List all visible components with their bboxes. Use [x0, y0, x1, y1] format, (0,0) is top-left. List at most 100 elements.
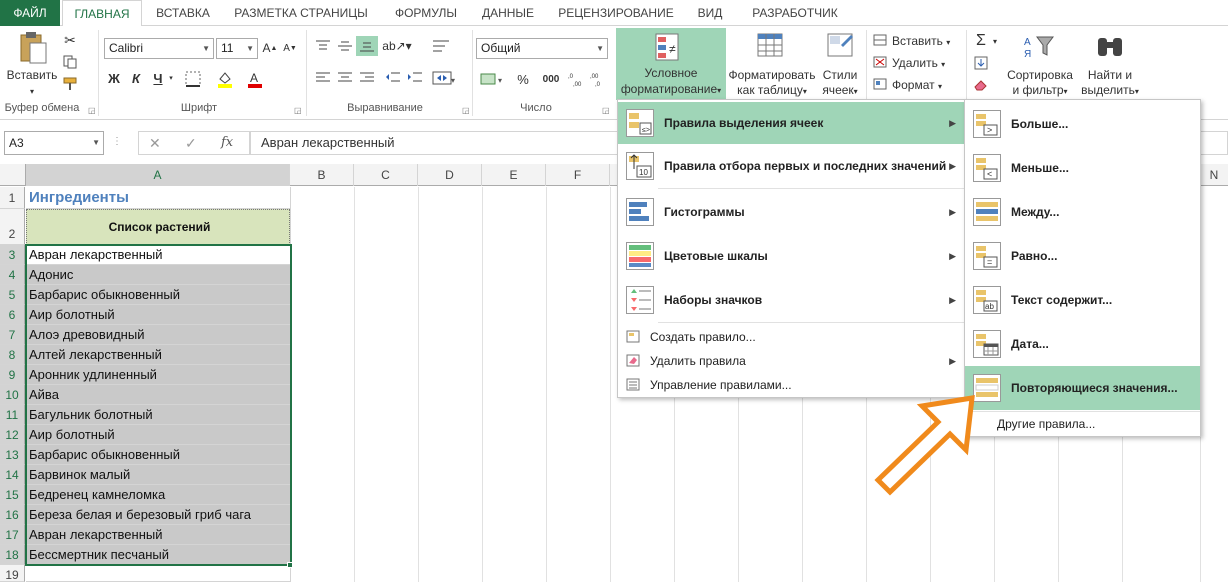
underline-button[interactable]: Ч	[150, 71, 166, 86]
table-cell[interactable]: Алтей лекарственный	[26, 345, 290, 365]
cell-styles-label-2[interactable]: ячеек▾	[818, 83, 862, 99]
row-header[interactable]: 19	[0, 565, 25, 582]
row-header[interactable]: 12	[0, 425, 25, 445]
align-right-icon[interactable]	[358, 70, 376, 86]
table-cell[interactable]: Адонис	[26, 265, 290, 285]
table-cell[interactable]	[26, 565, 290, 582]
table-cell[interactable]: Авран лекарственный	[26, 245, 290, 265]
cut-icon[interactable]: ✂	[62, 32, 78, 48]
row-header[interactable]: 9	[0, 365, 25, 385]
underline-dropdown-icon[interactable]: ▾	[166, 71, 176, 86]
increase-decimal-icon[interactable]: ,0,00	[566, 70, 586, 88]
format-as-table-label-2[interactable]: как таблицу▾	[726, 83, 818, 99]
paste-button[interactable]: Вставить	[4, 68, 60, 83]
row-header[interactable]: 16	[0, 505, 25, 525]
menu-item-color-scales[interactable]: Цветовые шкалы ▶	[618, 234, 964, 278]
paste-dropdown-icon[interactable]: ▾	[20, 84, 44, 99]
find-select-label-2[interactable]: выделить▾	[1076, 83, 1144, 99]
format-as-table-icon[interactable]	[756, 32, 786, 62]
table-cell[interactable]: Барбарис обыкновенный	[26, 445, 290, 465]
merge-center-icon[interactable]: ▾	[430, 70, 458, 86]
column-header-b[interactable]: B	[290, 164, 354, 186]
submenu-item-between[interactable]: Между...	[965, 190, 1200, 234]
row-header[interactable]: 10	[0, 385, 25, 405]
column-header-n[interactable]: N	[1200, 164, 1228, 186]
font-launcher-icon[interactable]: ◲	[294, 106, 302, 115]
column-header-d[interactable]: D	[418, 164, 482, 186]
font-size-select[interactable]: 11 ▼	[216, 38, 258, 59]
align-bottom-icon[interactable]	[356, 36, 378, 56]
fill-color-icon[interactable]	[214, 70, 236, 88]
align-center-icon[interactable]	[336, 70, 354, 86]
align-top-icon[interactable]	[314, 38, 332, 54]
decrease-decimal-icon[interactable]: ,00,0	[588, 70, 608, 88]
cell-styles-label-1[interactable]: Стили	[818, 68, 862, 83]
menu-item-icon-sets[interactable]: Наборы значков ▶	[618, 278, 964, 322]
grow-font-icon[interactable]: A ▲	[262, 40, 278, 56]
delete-cells-icon[interactable]	[872, 55, 888, 69]
row-header[interactable]: 8	[0, 345, 25, 365]
find-select-icon[interactable]	[1094, 32, 1126, 62]
borders-icon[interactable]	[182, 70, 204, 88]
menu-item-new-rule[interactable]: Создать правило...	[618, 325, 964, 349]
table-cell[interactable]: Айва	[26, 385, 290, 405]
menu-item-data-bars[interactable]: Гистограммы ▶	[618, 190, 964, 234]
find-select-label-1[interactable]: Найти и	[1080, 68, 1140, 83]
row-header[interactable]: 6	[0, 305, 25, 325]
autosum-icon[interactable]: Σ	[972, 32, 990, 50]
select-all-corner[interactable]	[0, 164, 26, 186]
row-header[interactable]: 1	[0, 187, 25, 209]
paste-icon[interactable]	[16, 30, 50, 66]
delete-cells-button[interactable]: Удалить ▾	[892, 56, 962, 72]
number-launcher-icon[interactable]: ◲	[602, 106, 610, 115]
table-cell[interactable]: Алоэ древовидный	[26, 325, 290, 345]
column-header-c[interactable]: C	[354, 164, 418, 186]
insert-function-icon[interactable]: fx	[221, 135, 233, 150]
sort-filter-label-2[interactable]: и фильтр▾	[1004, 83, 1076, 99]
align-left-icon[interactable]	[314, 70, 332, 86]
submenu-item-equal[interactable]: = Равно...	[965, 234, 1200, 278]
clipboard-launcher-icon[interactable]: ◲	[88, 106, 96, 115]
table-cell[interactable]: Авран лекарственный	[26, 525, 290, 545]
tab-formulas[interactable]: ФОРМУЛЫ	[386, 0, 466, 26]
format-as-table-label-1[interactable]: Форматировать	[726, 68, 818, 83]
autosum-dropdown-icon[interactable]: ▾	[990, 34, 1000, 49]
row-header[interactable]: 4	[0, 265, 25, 285]
orientation-icon[interactable]: ab↗▾	[382, 38, 411, 54]
row-header[interactable]: 17	[0, 525, 25, 545]
column-header-e[interactable]: E	[482, 164, 546, 186]
submenu-item-text-contains[interactable]: ab Текст содержит...	[965, 278, 1200, 322]
conditional-formatting-button[interactable]: ≠ Условное форматирование▾	[616, 28, 726, 100]
table-cell[interactable]: Барвинок малый	[26, 465, 290, 485]
clear-icon[interactable]	[972, 76, 990, 94]
increase-indent-icon[interactable]	[406, 70, 424, 86]
row-header[interactable]: 3	[0, 245, 25, 265]
format-cells-icon[interactable]	[872, 77, 888, 91]
cancel-icon[interactable]: ✕	[149, 135, 161, 152]
table-cell[interactable]: Аир болотный	[26, 425, 290, 445]
insert-cells-button[interactable]: Вставить ▾	[892, 34, 962, 50]
row-header[interactable]: 14	[0, 465, 25, 485]
insert-cells-icon[interactable]	[872, 33, 888, 47]
submenu-item-date[interactable]: Дата...	[965, 322, 1200, 366]
tab-view[interactable]: ВИД	[690, 0, 730, 26]
sheet-title-cell[interactable]: Ингредиенты	[26, 187, 290, 209]
tab-developer[interactable]: РАЗРАБОТЧИК	[740, 0, 850, 26]
align-middle-icon[interactable]	[336, 38, 354, 54]
menu-item-highlight-rules[interactable]: ≤> Правила выделения ячеек ▶	[618, 102, 964, 144]
column-header-a[interactable]: A	[26, 164, 290, 186]
font-color-icon[interactable]: A	[244, 70, 266, 88]
tab-insert[interactable]: ВСТАВКА	[148, 0, 218, 26]
wrap-text-icon[interactable]	[430, 38, 452, 54]
decrease-indent-icon[interactable]	[384, 70, 402, 86]
alignment-launcher-icon[interactable]: ◲	[462, 106, 470, 115]
submenu-item-duplicates[interactable]: Повторяющиеся значения...	[965, 366, 1200, 410]
copy-icon[interactable]	[62, 54, 78, 70]
table-cell[interactable]: Бессмертник песчаный	[26, 545, 290, 565]
table-cell[interactable]: Аир болотный	[26, 305, 290, 325]
table-cell[interactable]: Береза белая и березовый гриб чага	[26, 505, 290, 525]
menu-item-clear-rules[interactable]: Удалить правила ▶	[618, 349, 964, 373]
format-cells-button[interactable]: Формат ▾	[892, 78, 962, 94]
tab-file[interactable]: ФАЙЛ	[0, 0, 60, 26]
sort-filter-label-1[interactable]: Сортировка	[1004, 68, 1076, 83]
